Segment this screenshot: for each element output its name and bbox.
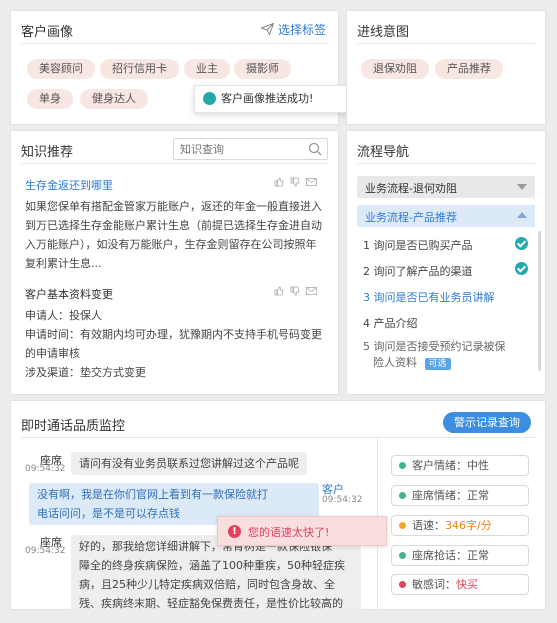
portrait-tag[interactable]: 美容顾问 <box>27 59 95 79</box>
flow-group-label: 业务流程-产品推荐 <box>365 211 457 224</box>
message-line: 病，且25种少儿特定疾病双倍赔，同时包含身故、全 <box>79 578 335 591</box>
knowledge-item-line: 申请时间：有效期内均可办理，犹豫期内不支持手机号码变更的申请审核 <box>25 328 322 360</box>
portrait-tag[interactable]: 单身 <box>27 89 73 109</box>
status-dot <box>399 462 406 469</box>
intent-title: 进线意图 <box>357 25 410 40</box>
divider <box>21 43 328 44</box>
message-time: 09:54:32 <box>25 464 66 474</box>
flow-title: 流程导航 <box>357 145 410 160</box>
toast-text: 客户画像推送成功! <box>221 92 314 105</box>
stat-value: 中性 <box>467 459 489 472</box>
flow-step-current[interactable]: 3 询问是否已有业务员讲解 <box>363 289 495 305</box>
status-dot <box>399 522 406 529</box>
stat-customer-emotion: 客户情绪：中性 <box>391 455 529 476</box>
stat-value: 正常 <box>467 489 489 502</box>
portrait-tag[interactable]: 健身达人 <box>80 89 148 109</box>
alert-text: 您的语速太快了! <box>248 526 330 539</box>
status-dot <box>399 552 406 559</box>
stat-agent-emotion: 座席情绪：正常 <box>391 485 529 506</box>
feedback-icons <box>274 286 317 296</box>
agent-message: 好的，那我给您详细讲解下，常青树是一款保险银保 障全的终身疾病保险，涵盖了100… <box>71 535 361 610</box>
feedback-icons <box>274 177 317 187</box>
knowledge-item-title[interactable]: 客户基本资料变更 <box>25 286 113 302</box>
divider <box>357 43 535 44</box>
status-dot <box>399 492 406 499</box>
stat-label: 客户情绪： <box>412 459 467 472</box>
select-tag-label: 选择标签 <box>277 23 326 37</box>
intent-tag[interactable]: 产品推荐 <box>435 59 503 79</box>
thumb-up-icon[interactable] <box>274 286 284 296</box>
call-monitor-panel: 即时通话品质监控 警示记录查询 座席 09:54:32 请问有没有业务员联系过您… <box>10 400 546 610</box>
warn-record-button[interactable]: 警示记录查询 <box>443 412 531 433</box>
flow-step-line2: 险人资料 可选 <box>373 354 451 370</box>
stat-speech-rate: 语速：346字/分 <box>391 515 529 536</box>
send-icon <box>260 22 275 36</box>
message-line: 残、疾病终末期、轻症豁免保费责任，是性价比较高的 <box>79 597 343 610</box>
divider <box>21 437 535 438</box>
portrait-title: 客户画像 <box>21 25 74 40</box>
push-success-toast: 客户画像推送成功! <box>194 85 362 113</box>
knowledge-item-body: 如果您保单有搭配金管家万能账户，返还的年金一般直接进入到万已选择生存金能账户累计… <box>25 200 322 270</box>
stat-label: 语速： <box>412 519 445 532</box>
divider <box>21 163 328 164</box>
stat-value: 正常 <box>467 549 489 562</box>
thumb-down-icon[interactable] <box>290 286 300 296</box>
flow-step[interactable]: 5 询问是否接受预约记录被保 <box>363 338 506 354</box>
knowledge-search-input[interactable] <box>174 139 299 159</box>
flow-step-text: 险人资料 <box>373 356 417 369</box>
stat-agent-interrupt: 座席抢话：正常 <box>391 545 529 566</box>
portrait-tag[interactable]: 招行信用卡 <box>100 59 179 79</box>
portrait-tag[interactable]: 业主 <box>184 59 230 79</box>
optional-badge: 可选 <box>424 358 451 370</box>
divider <box>357 163 535 164</box>
stat-value: 快买 <box>456 578 478 591</box>
portrait-tag[interactable]: 摄影师 <box>234 59 291 79</box>
caret-up-icon <box>517 212 527 218</box>
message-time: 09:54:32 <box>25 546 66 556</box>
mail-icon[interactable] <box>306 286 317 296</box>
check-icon <box>515 262 528 275</box>
monitor-title: 即时通话品质监控 <box>21 419 126 434</box>
flow-group-collapsed[interactable]: 业务流程-退何劝阻 <box>357 176 535 198</box>
alert-icon: ! <box>228 525 241 538</box>
flow-group-label: 业务流程-退何劝阻 <box>365 182 457 195</box>
knowledge-search[interactable] <box>173 138 328 160</box>
stat-label: 座席情绪： <box>412 489 467 502</box>
stat-sensitive-word: 敏感词：快买 <box>391 574 529 595</box>
speed-alert-toast: ! 您的语速太快了! <box>217 516 387 546</box>
flow-step[interactable]: 2 询问了解产品的渠道 <box>363 263 473 279</box>
message-line: 没有啊，我是在你们官网上看到有一款保险就打 <box>37 488 268 501</box>
stat-label: 座席抢话： <box>412 549 467 562</box>
knowledge-panel: 知识推荐 生存金返还到哪里 如果您保单有搭配金管家万能账户，返还的年金一般直接进… <box>10 130 339 395</box>
flow-step[interactable]: 4 产品介绍 <box>363 315 418 331</box>
thumb-down-icon[interactable] <box>290 177 300 187</box>
knowledge-item-line: 申请人：投保人 <box>25 309 102 322</box>
agent-message: 请问有没有业务员联系过您讲解过这个产品呢 <box>71 452 307 475</box>
intent-tag[interactable]: 退保劝阻 <box>361 59 429 79</box>
caret-down-icon <box>517 184 527 190</box>
knowledge-item-title[interactable]: 生存金返还到哪里 <box>25 177 113 193</box>
message-line: 障全的终身疾病保险，涵盖了100种重疾，50种轻症疾 <box>79 559 345 572</box>
knowledge-item-line: 涉及渠道：垫交方式变更 <box>25 366 146 379</box>
stat-label: 敏感词： <box>412 578 456 591</box>
message-time: 09:54:32 <box>322 495 363 505</box>
flow-step[interactable]: 1 询问是否已购买产品 <box>363 237 473 253</box>
status-dot <box>399 581 406 588</box>
check-icon <box>515 237 528 250</box>
flow-nav-panel: 流程导航 业务流程-退何劝阻 业务流程-产品推荐 1 询问是否已购买产品 2 询… <box>346 130 546 395</box>
thumb-up-icon[interactable] <box>274 177 284 187</box>
search-icon[interactable] <box>308 142 322 156</box>
mail-icon[interactable] <box>306 177 317 187</box>
select-tag-button[interactable]: 选择标签 <box>260 21 326 38</box>
flow-group-expanded[interactable]: 业务流程-产品推荐 <box>357 205 535 227</box>
knowledge-title: 知识推荐 <box>21 145 74 160</box>
check-circle-icon <box>203 92 216 105</box>
stat-value: 346字/分 <box>445 519 492 532</box>
scrollbar[interactable] <box>538 231 541 371</box>
intent-panel: 进线意图 退保劝阻 产品推荐 <box>346 10 546 125</box>
